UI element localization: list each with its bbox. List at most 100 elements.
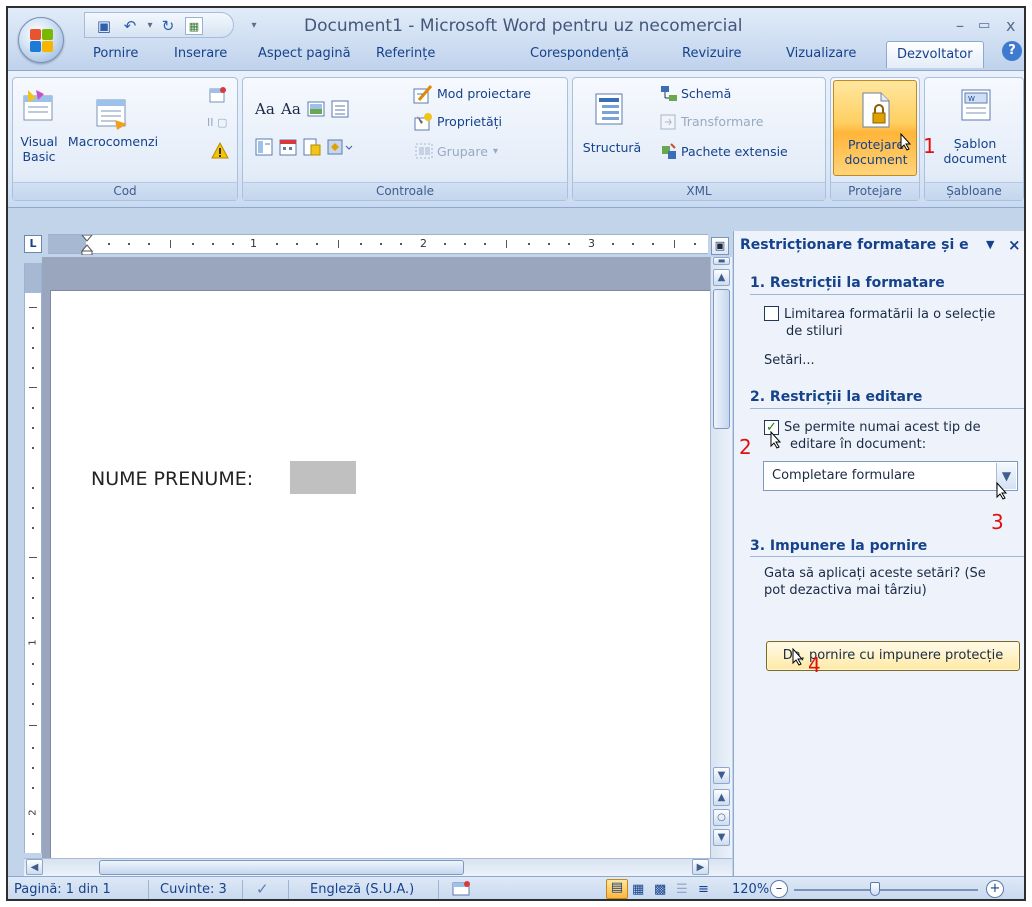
pane-menu-icon[interactable]: ▼ [986, 238, 994, 251]
scroll-down-arrow-icon[interactable]: ▼ [713, 767, 730, 784]
help-icon[interactable]: ? [1002, 41, 1022, 61]
zoom-out-button[interactable]: – [770, 880, 788, 898]
properties-icon[interactable] [413, 112, 433, 132]
group-cod: Visual Basic Macrocomenzi II ▢ Cod [12, 77, 238, 201]
tab-selector-icon[interactable]: L [24, 235, 42, 253]
ruler-tick [32, 327, 34, 329]
vertical-scrollbar[interactable]: ▬ ▲ ▼ ▲ ○ ▼ [710, 257, 732, 858]
properties-button[interactable]: Proprietăți [437, 114, 502, 129]
legacy-tools-icon[interactable] [327, 138, 353, 156]
page-count[interactable]: Pagină: 1 din 1 [14, 882, 111, 897]
ruler-number: 3 [588, 237, 595, 250]
view-draft-icon[interactable]: ≡ [698, 882, 709, 897]
ruler-tick [29, 725, 37, 726]
ruler-tick [29, 387, 37, 388]
indent-marker-icon[interactable] [81, 235, 93, 255]
settings-link[interactable]: Setări... [764, 352, 815, 369]
design-mode-icon[interactable] [413, 84, 433, 104]
record-macro-icon[interactable] [209, 86, 227, 104]
zoom-slider[interactable] [794, 882, 978, 896]
redo-icon[interactable]: ↻ [159, 17, 177, 35]
section-enforce-heading: 3. Impunere la pornire [750, 538, 928, 554]
group-sabloane: W Șablon document Șabloane [924, 77, 1024, 201]
tab-corespondenta[interactable]: Corespondență [530, 46, 629, 61]
close-button[interactable]: x [1006, 16, 1015, 35]
minimize-button[interactable]: – [956, 16, 964, 35]
document-text[interactable]: NUME PRENUME: [91, 468, 253, 490]
save-icon[interactable]: ▣ [95, 17, 113, 35]
enforce-description-line1: Gata să aplicați aceste setări? (Se [764, 566, 986, 581]
tab-referinte[interactable]: Referințe [376, 46, 435, 61]
horizontal-scrollbar[interactable]: ◀ ▶ [24, 858, 732, 876]
design-mode-button[interactable]: Mod proiectare [437, 86, 531, 101]
undo-icon[interactable]: ↶ [121, 17, 139, 35]
scroll-left-arrow-icon[interactable]: ◀ [26, 859, 43, 875]
annotation-step-4: 4 [808, 653, 821, 677]
tab-vizualizare[interactable]: Vizualizare [786, 46, 856, 61]
ruler-tick [32, 663, 34, 665]
previous-page-icon[interactable]: ▲ [713, 789, 730, 806]
tab-revizuire[interactable]: Revizuire [682, 46, 741, 61]
limit-formatting-checkbox[interactable] [764, 306, 779, 321]
structure-button[interactable]: Structură [577, 84, 647, 174]
dropdown-control-icon[interactable] [255, 138, 273, 156]
browse-object-icon[interactable]: ○ [713, 809, 730, 826]
rich-text-control-icon[interactable]: Aa [255, 102, 275, 117]
vertical-scroll-thumb[interactable] [713, 289, 730, 429]
pane-title: Restricționare formatare și e [740, 237, 969, 253]
date-picker-control-icon[interactable] [279, 138, 297, 156]
building-block-control-icon[interactable] [303, 138, 321, 156]
language-indicator[interactable]: Engleză (S.U.A.) [310, 882, 414, 897]
document-page[interactable]: NUME PRENUME: [50, 290, 710, 870]
schema-button[interactable]: Schemă [681, 86, 731, 101]
horizontal-ruler[interactable]: 1 2 3 [48, 234, 708, 255]
document-template-button[interactable]: W Șablon document [929, 84, 1021, 174]
form-text-field[interactable] [290, 461, 356, 494]
ruler-tick [506, 240, 507, 248]
macro-security-icon[interactable] [211, 141, 229, 160]
view-outline-icon[interactable]: ☰ [676, 882, 688, 897]
scroll-up-arrow-icon[interactable]: ▲ [713, 269, 730, 286]
tab-pornire[interactable]: Pornire [93, 46, 138, 61]
macro-recording-icon[interactable] [452, 881, 472, 899]
view-web-layout-icon[interactable]: ▩ [654, 882, 666, 897]
text-control-icon[interactable]: Aa [281, 102, 301, 117]
view-full-screen-icon[interactable]: ▦ [632, 882, 644, 897]
scroll-right-arrow-icon[interactable]: ▶ [692, 859, 709, 875]
tab-inserare[interactable]: Inserare [174, 46, 227, 61]
tab-aspect-pagina[interactable]: Aspect pagină [258, 46, 351, 61]
ruler-tick [652, 243, 654, 245]
expansion-packs-button[interactable]: Pachete extensie [681, 144, 788, 159]
zoom-slider-thumb[interactable] [870, 882, 880, 896]
ruler-tick [444, 243, 446, 245]
macros-button[interactable]: Macrocomenzi [63, 84, 163, 174]
view-print-layout-icon[interactable]: ▤ [606, 879, 628, 899]
customize-qat-icon[interactable]: ▾ [245, 17, 263, 35]
editing-type-dropdown[interactable]: Completare formulare ▼ [763, 461, 1018, 491]
schema-icon[interactable] [659, 84, 679, 104]
protect-document-button[interactable]: Protejare document [833, 80, 917, 176]
picture-control-icon[interactable] [307, 100, 325, 118]
proofing-icon[interactable]: ✓ [256, 880, 269, 898]
mouse-cursor-icon [996, 482, 1008, 500]
split-handle-icon[interactable]: ▬ [713, 257, 730, 265]
pane-close-icon[interactable]: × [1008, 236, 1021, 254]
horizontal-scroll-thumb[interactable] [99, 860, 464, 875]
expansion-packs-icon[interactable] [659, 142, 679, 162]
start-enforcing-protection-button[interactable]: Da, pornire cu impunere protecție [766, 641, 1020, 671]
undo-dropdown-icon[interactable]: ▾ [141, 17, 159, 35]
word-count[interactable]: Cuvinte: 3 [160, 882, 227, 897]
protect-document-icon [859, 91, 893, 128]
view-ruler-icon[interactable]: ▣ [711, 237, 729, 255]
zoom-in-button[interactable]: + [986, 880, 1004, 898]
vertical-ruler[interactable]: 1 2 [24, 263, 42, 853]
group-button: Grupare [437, 144, 488, 159]
maximize-button[interactable]: ▭ [978, 18, 990, 33]
combo-box-control-icon[interactable] [331, 100, 349, 118]
tab-dezvoltator[interactable]: Dezvoltator [886, 41, 984, 68]
zoom-level[interactable]: 120% [732, 882, 769, 897]
visual-basic-button[interactable]: Visual Basic [17, 84, 61, 174]
print-preview-icon[interactable]: ▦ [185, 17, 203, 35]
structure-label: Structură [582, 140, 642, 155]
next-page-icon[interactable]: ▼ [713, 829, 730, 846]
